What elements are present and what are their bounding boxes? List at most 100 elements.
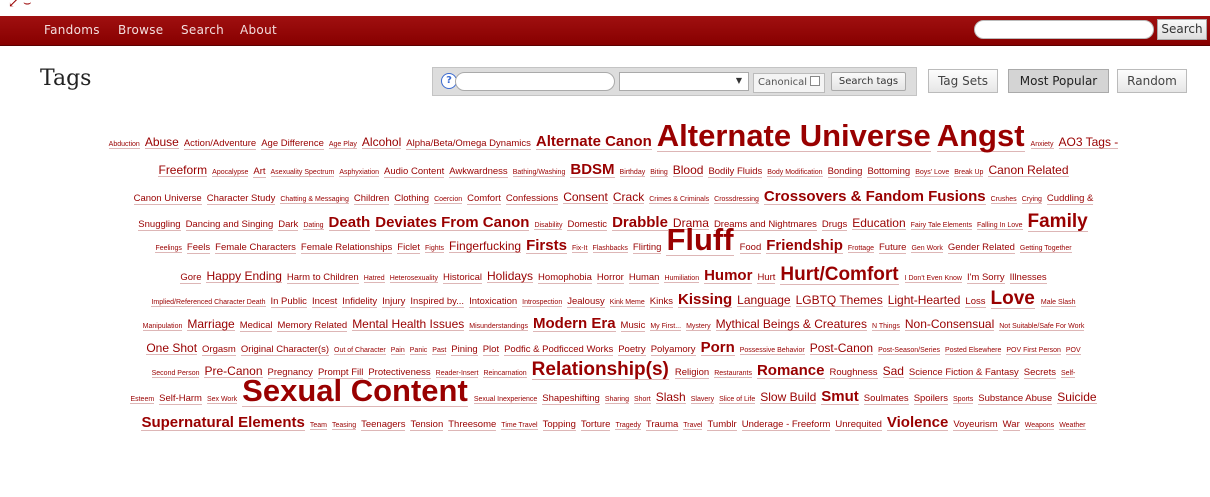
tag-link[interactable]: Canon Related: [988, 164, 1069, 177]
tag-link[interactable]: LGBTQ Themes: [795, 294, 883, 307]
tag-link[interactable]: Consent: [563, 191, 608, 204]
tag-link[interactable]: Crushes: [990, 196, 1017, 204]
tag-link[interactable]: Freeform: [158, 164, 208, 177]
tag-link[interactable]: Not Suitable/Safe For Work: [999, 323, 1085, 331]
tag-link[interactable]: Getting Together: [1019, 245, 1072, 253]
tag-link[interactable]: Fluff: [666, 224, 734, 256]
tag-link[interactable]: Soulmates: [863, 394, 909, 405]
tag-link[interactable]: Polyamory: [650, 345, 696, 356]
tag-link[interactable]: Flashbacks: [592, 245, 628, 253]
tag-link[interactable]: Plot: [482, 345, 500, 356]
tag-link[interactable]: Kink Meme: [609, 299, 645, 307]
tag-link[interactable]: Slice of Life: [719, 396, 756, 404]
tag-link[interactable]: Hatred: [363, 275, 385, 283]
tag-link[interactable]: Crack: [612, 191, 645, 204]
tag-link[interactable]: Alternate Canon: [535, 134, 652, 150]
tag-link[interactable]: Angst: [936, 120, 1025, 152]
tag-link[interactable]: Torture: [580, 420, 611, 431]
tag-link[interactable]: Incest: [311, 297, 338, 308]
search-tags-button[interactable]: Search tags: [831, 72, 906, 91]
nav-browse[interactable]: Browse: [118, 23, 164, 37]
tag-link[interactable]: Crossdressing: [714, 196, 759, 204]
nav-search[interactable]: Search: [181, 23, 224, 37]
tag-link[interactable]: Feels: [186, 243, 211, 254]
tag-link[interactable]: Sexual Content: [242, 375, 468, 407]
tag-link[interactable]: Humiliation: [664, 275, 700, 283]
tag-link[interactable]: Short: [633, 396, 651, 404]
tag-link[interactable]: Gen Work: [911, 245, 943, 253]
tag-link[interactable]: Loss: [965, 297, 986, 308]
tag-link[interactable]: Music: [620, 321, 646, 332]
site-search-input[interactable]: [974, 20, 1154, 39]
tag-link[interactable]: Alpha/Beta/Omega Dynamics: [406, 139, 531, 150]
tag-link[interactable]: Art: [253, 167, 266, 178]
tag-link[interactable]: Action/Adventure: [183, 139, 257, 150]
tag-link[interactable]: Weapons: [1024, 422, 1055, 430]
tag-link[interactable]: Blood: [672, 164, 704, 177]
tag-link[interactable]: Mental Health Issues: [352, 318, 465, 331]
tag-link[interactable]: Light-Hearted: [887, 294, 961, 307]
tag-link[interactable]: Out of Character: [334, 347, 386, 355]
tag-link[interactable]: Mythical Beings & Creatures: [715, 318, 867, 331]
tag-link[interactable]: Future: [878, 243, 907, 254]
tag-link[interactable]: Crimes & Criminals: [649, 196, 710, 204]
tag-link[interactable]: Memory Related: [277, 321, 348, 332]
tag-link[interactable]: Fingerfucking: [449, 240, 522, 253]
tag-link[interactable]: Mystery: [686, 323, 711, 331]
tag-link[interactable]: Asphyxiation: [339, 169, 380, 177]
tag-link[interactable]: N Things: [871, 323, 900, 331]
tag-link[interactable]: Original Character(s): [240, 345, 329, 356]
tag-link[interactable]: Teenagers: [361, 420, 406, 431]
tag-link[interactable]: Bodily Fluids: [708, 167, 763, 178]
tag-link[interactable]: Alternate Universe: [656, 120, 931, 152]
tag-link[interactable]: Slavery: [690, 396, 715, 404]
tag-link[interactable]: Bonding: [827, 167, 863, 178]
tag-link[interactable]: Female Relationships: [300, 243, 393, 254]
tag-link[interactable]: Orgasm: [202, 345, 236, 356]
tag-link[interactable]: Frottage: [847, 245, 874, 253]
tag-link[interactable]: Supernatural Elements: [141, 415, 305, 431]
tag-link[interactable]: Human: [628, 273, 660, 284]
tag-link[interactable]: Tragedy: [615, 422, 641, 430]
tag-link[interactable]: Medical: [239, 321, 273, 332]
tag-link[interactable]: Feelings: [155, 245, 182, 253]
tag-link[interactable]: Heterosexuality: [389, 275, 438, 283]
tag-link[interactable]: One Shot: [146, 342, 198, 355]
tag-link[interactable]: Alcohol: [361, 136, 402, 149]
tag-link[interactable]: Bathing/Washing: [512, 169, 566, 177]
tag-link[interactable]: Holidays: [487, 270, 534, 283]
tag-link[interactable]: Break Up: [954, 169, 984, 177]
tag-link[interactable]: AO3 Tags -: [1058, 136, 1119, 149]
tag-link[interactable]: Voyeurism: [953, 420, 998, 431]
tag-link[interactable]: Firsts: [526, 238, 567, 254]
tag-link[interactable]: Male Slash: [1040, 299, 1076, 307]
tag-link[interactable]: Clothing: [394, 194, 430, 205]
tag-link[interactable]: Illnesses: [1009, 273, 1047, 284]
tag-link[interactable]: Boys' Love: [915, 169, 950, 177]
nav-about[interactable]: About: [240, 23, 277, 37]
tag-link[interactable]: Post-Canon: [809, 342, 874, 355]
tag-link[interactable]: Harm to Children: [286, 273, 359, 284]
tag-link[interactable]: In Public: [270, 297, 307, 308]
tag-link[interactable]: Apocalypse: [212, 169, 249, 177]
tag-link[interactable]: Biting: [650, 169, 668, 177]
tag-link[interactable]: Hurt: [757, 273, 776, 284]
random-button[interactable]: Random: [1117, 69, 1187, 93]
tag-link[interactable]: Comfort: [467, 194, 501, 205]
tag-link[interactable]: Possessive Behavior: [739, 347, 805, 355]
tag-link[interactable]: Infidelity: [342, 297, 378, 308]
tag-link[interactable]: Post-Season/Series: [878, 347, 940, 355]
nav-fandoms[interactable]: Fandoms: [44, 23, 100, 37]
tag-link[interactable]: Underage - Freeform: [741, 420, 831, 431]
tag-link[interactable]: Abduction: [108, 141, 140, 149]
tag-link[interactable]: Poetry: [618, 345, 646, 356]
tag-link[interactable]: Weather: [1059, 422, 1086, 430]
tag-link[interactable]: Fix-It: [571, 245, 588, 253]
tag-link[interactable]: Teasing: [331, 422, 357, 430]
tag-link[interactable]: Coercion: [434, 196, 463, 204]
tag-link[interactable]: Children: [353, 194, 390, 205]
tag-link[interactable]: Time Travel: [501, 422, 538, 430]
tag-link[interactable]: Jealousy: [567, 297, 605, 308]
tag-link[interactable]: Female Characters: [215, 243, 296, 254]
tag-link[interactable]: Happy Ending: [206, 270, 282, 283]
